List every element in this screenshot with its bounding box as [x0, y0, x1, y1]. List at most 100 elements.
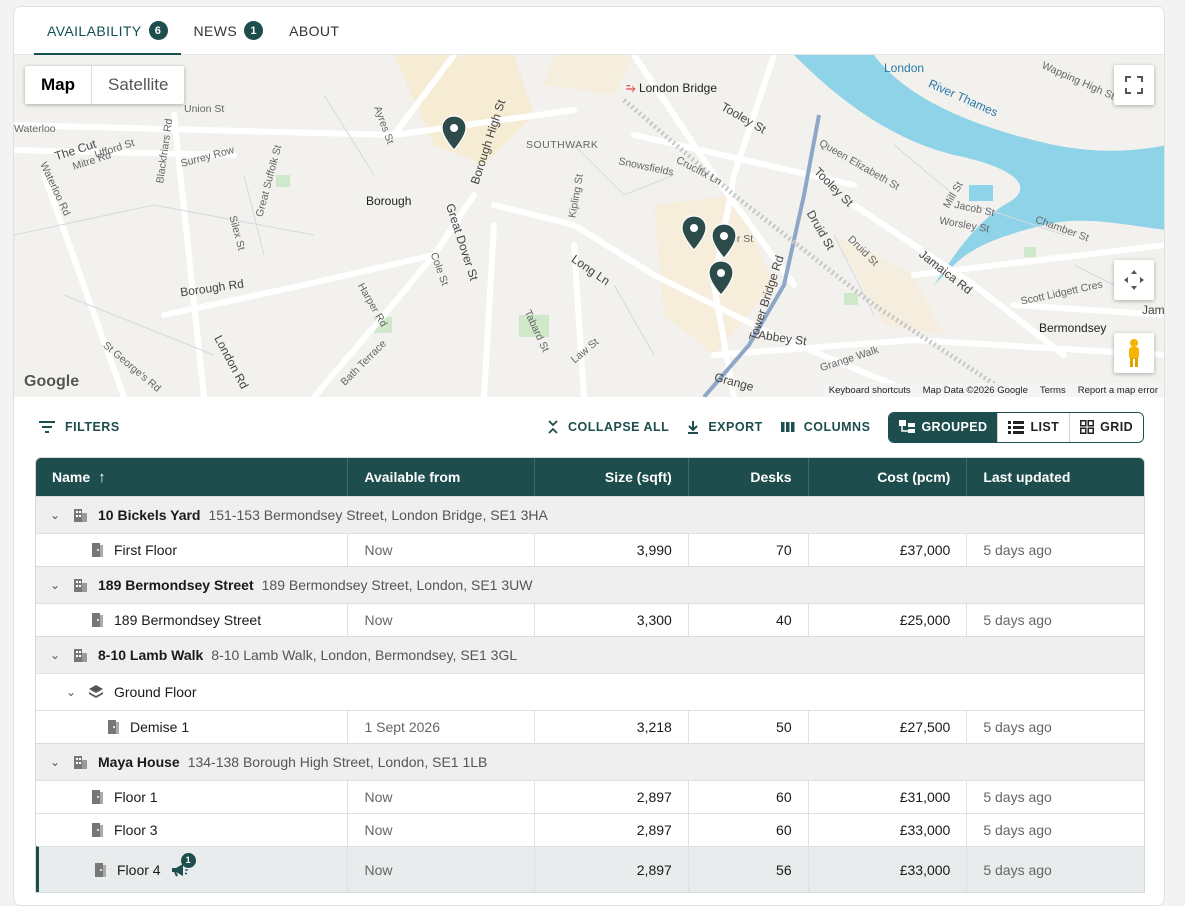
chevron-down-icon[interactable]: ⌄ — [50, 578, 62, 592]
tab-availability[interactable]: AVAILABILITY 6 — [34, 7, 181, 55]
building-name[interactable]: 10 Bickels Yard — [98, 507, 200, 523]
table-row[interactable]: Floor 3 Now 2,897 60 £33,000 5 days ago — [36, 813, 1144, 846]
map-label-borough: Borough — [366, 194, 412, 208]
map-pin-marker[interactable] — [708, 260, 734, 296]
cell-desks: 50 — [687, 711, 808, 743]
cell-updated: 5 days ago — [966, 711, 1144, 743]
street-view-pegman-button[interactable] — [1114, 333, 1154, 373]
move-arrows-icon — [1124, 270, 1144, 290]
map-data-text: Map Data ©2026 Google — [922, 384, 1028, 396]
building-address: 134-138 Borough High Street, London, SE1… — [187, 754, 488, 770]
camera-control-button[interactable] — [1114, 260, 1154, 300]
group-row[interactable]: ⌄ 8-10 Lamb Walk 8-10 Lamb Walk, London,… — [36, 636, 1144, 673]
layers-icon — [89, 685, 103, 698]
cell-updated: 5 days ago — [966, 781, 1144, 813]
map-label-jam: Jam — [1142, 303, 1164, 317]
building-address: 8-10 Lamb Walk, London, Bermondsey, SE1 … — [211, 647, 518, 663]
map-pin-marker[interactable] — [711, 223, 737, 259]
unit-name: Floor 3 — [114, 822, 158, 838]
cell-name: Floor 1 — [36, 781, 347, 813]
sort-ascending-icon: ↑ — [98, 468, 106, 486]
cell-name: Demise 1 — [36, 711, 347, 743]
chevron-down-icon[interactable]: ⌄ — [50, 648, 62, 662]
map-label-union-st: Union St — [184, 103, 225, 115]
table-row-selected[interactable]: Floor 4 1 Now 2,897 56 £33,000 5 days ag… — [36, 846, 1144, 892]
cell-name: Floor 4 1 — [39, 847, 347, 892]
map-label-london-bridge: ⥲ London Bridge — [626, 81, 718, 95]
map[interactable]: London River Thames ⥲ London Bridge SOUT… — [14, 55, 1164, 397]
count-badge: 1 — [244, 21, 264, 40]
cell-cost: £33,000 — [807, 847, 967, 892]
cell-size: 2,897 — [534, 847, 688, 892]
column-header-name[interactable]: Name ↑ — [36, 458, 347, 496]
filters-button[interactable]: FILTERS — [38, 420, 120, 434]
fullscreen-icon — [1125, 76, 1143, 94]
view-list-button[interactable]: LIST — [997, 412, 1070, 442]
unit-name: Floor 4 — [117, 861, 161, 878]
keyboard-shortcuts-link[interactable]: Keyboard shortcuts — [829, 385, 911, 396]
column-header-cost[interactable]: Cost (pcm) — [807, 458, 967, 496]
cell-name: First Floor — [36, 534, 347, 566]
cell-size: 2,897 — [534, 814, 688, 846]
filter-icon — [39, 421, 55, 433]
column-header-desks[interactable]: Desks — [687, 458, 808, 496]
cell-desks: 40 — [687, 604, 808, 636]
map-label-waterloo: Waterloo — [14, 123, 56, 135]
unit-name: 189 Bermondsey Street — [114, 612, 262, 628]
view-grouped-label: GROUPED — [921, 420, 988, 434]
cell-cost: £37,000 — [807, 534, 967, 566]
map-type-map-button[interactable]: Map — [25, 66, 92, 104]
building-name[interactable]: Maya House — [98, 754, 180, 770]
filters-label: FILTERS — [65, 420, 120, 434]
tab-label: ABOUT — [289, 22, 340, 39]
cell-available: Now — [347, 814, 534, 846]
cell-available: Now — [347, 847, 534, 892]
tab-label: NEWS — [193, 22, 238, 39]
door-icon — [92, 613, 103, 627]
door-icon — [95, 862, 106, 877]
cell-updated: 5 days ago — [966, 847, 1144, 892]
tab-news[interactable]: NEWS 1 — [181, 7, 277, 54]
export-button[interactable]: EXPORT — [687, 420, 762, 434]
announcement-indicator[interactable]: 1 — [171, 852, 196, 877]
listing-card: AVAILABILITY 6 NEWS 1 ABOUT London River… — [13, 6, 1165, 906]
fullscreen-button[interactable] — [1114, 65, 1154, 105]
chevron-down-icon[interactable]: ⌄ — [50, 508, 62, 522]
report-map-error-link[interactable]: Report a map error — [1078, 385, 1158, 396]
map-type-satellite-button[interactable]: Satellite — [92, 66, 184, 104]
building-name[interactable]: 8-10 Lamb Walk — [98, 647, 203, 663]
columns-button[interactable]: COLUMNS — [780, 420, 871, 434]
cell-desks: 60 — [687, 781, 808, 813]
column-header-size[interactable]: Size (sqft) — [534, 458, 688, 496]
floor-name: Ground Floor — [114, 684, 197, 700]
table-row[interactable]: Demise 1 1 Sept 2026 3,218 50 £27,500 5 … — [36, 710, 1144, 743]
unit-name: First Floor — [114, 542, 177, 558]
column-header-available[interactable]: Available from — [347, 458, 534, 496]
terms-link[interactable]: Terms — [1040, 385, 1066, 396]
tab-about[interactable]: ABOUT — [276, 7, 352, 54]
door-icon — [92, 790, 103, 804]
export-label: EXPORT — [708, 420, 763, 434]
group-row[interactable]: ⌄ 189 Bermondsey Street 189 Bermondsey S… — [36, 566, 1144, 603]
group-row[interactable]: ⌄ Maya House 134-138 Borough High Street… — [36, 743, 1144, 780]
list-view-icon — [1008, 420, 1025, 434]
table-row[interactable]: First Floor Now 3,990 70 £37,000 5 days … — [36, 533, 1144, 566]
chevron-down-icon[interactable]: ⌄ — [50, 755, 62, 769]
map-pin-marker[interactable] — [681, 215, 707, 251]
table-row[interactable]: Floor 1 Now 2,897 60 £31,000 5 days ago — [36, 780, 1144, 813]
column-header-updated[interactable]: Last updated — [966, 458, 1144, 496]
map-pin-marker[interactable] — [441, 115, 467, 151]
table-row[interactable]: 189 Bermondsey Street Now 3,300 40 £25,0… — [36, 603, 1144, 636]
pegman-icon — [1129, 339, 1139, 367]
collapse-all-button[interactable]: COLLAPSE ALL — [547, 420, 669, 434]
building-name[interactable]: 189 Bermondsey Street — [98, 577, 254, 593]
group-row[interactable]: ⌄ 10 Bickels Yard 151-153 Bermondsey Str… — [36, 496, 1144, 533]
chevron-down-icon[interactable]: ⌄ — [66, 685, 78, 699]
view-grouped-button[interactable]: GROUPED — [889, 412, 998, 442]
subgroup-row[interactable]: ⌄ Ground Floor — [36, 673, 1144, 710]
grid-view-icon — [1080, 420, 1095, 434]
map-label-bermondsey: Bermondsey — [1039, 321, 1107, 335]
cell-name: ⌄ Ground Floor — [36, 674, 1144, 710]
view-grid-button[interactable]: GRID — [1069, 412, 1143, 442]
map-footer: Keyboard shortcuts Map Data ©2026 Google… — [822, 383, 1164, 397]
